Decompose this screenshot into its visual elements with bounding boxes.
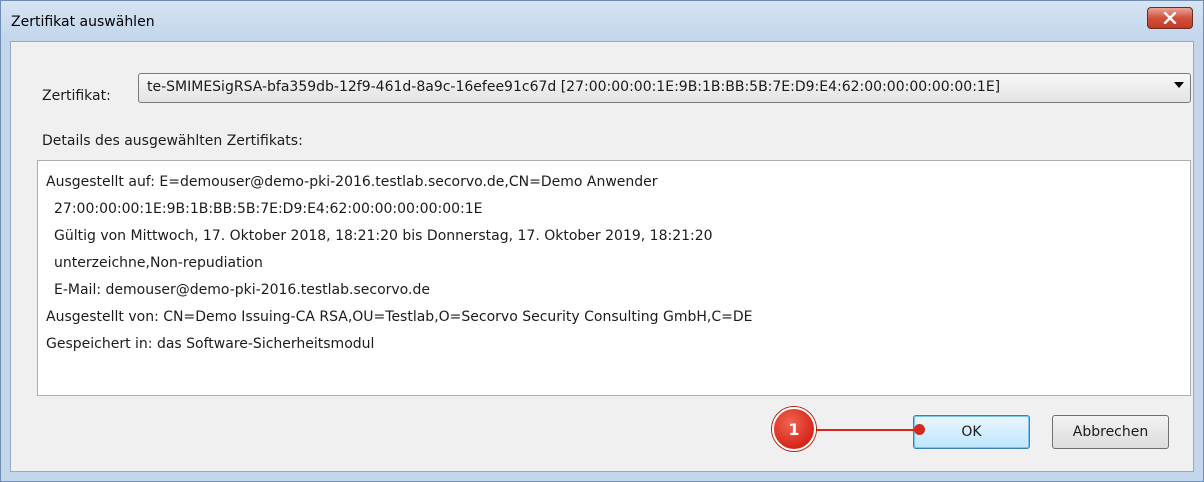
certificate-select[interactable]: te-SMIMESigRSA-bfa359db-12f9-461d-8a9c-1… [138, 73, 1191, 103]
close-icon [1163, 12, 1177, 24]
annotation-pointer-dot [914, 424, 925, 435]
details-line: Gespeichert in: das Software-Sicherheits… [46, 336, 375, 352]
details-line: unterzeichne,Non-repudiation [54, 255, 263, 271]
title-bar: Zertifikat auswählen [1, 1, 1203, 41]
details-line: E-Mail: demouser@demo-pki-2016.testlab.s… [54, 282, 430, 298]
ok-button[interactable]: OK [913, 415, 1030, 449]
close-button[interactable] [1147, 7, 1193, 29]
details-textbox[interactable]: Ausgestellt auf: E=demouser@demo-pki-201… [37, 160, 1191, 396]
details-label: Details des ausgewählten Zertifikats: [42, 133, 303, 149]
dialog-window: Zertifikat auswählen Zertifikat: te-SMIM… [0, 0, 1204, 482]
window-title: Zertifikat auswählen [11, 14, 155, 30]
cancel-button[interactable]: Abbrechen [1052, 415, 1169, 449]
details-line: Ausgestellt von: CN=Demo Issuing-CA RSA,… [46, 309, 753, 325]
details-line: Ausgestellt auf: E=demouser@demo-pki-201… [46, 174, 658, 190]
details-line: 27:00:00:00:1E:9B:1B:BB:5B:7E:D9:E4:62:0… [54, 201, 483, 217]
dialog-content: Zertifikat: te-SMIMESigRSA-bfa359db-12f9… [10, 41, 1194, 472]
annotation-step-badge: 1 [772, 407, 816, 451]
certificate-label: Zertifikat: [42, 88, 111, 104]
chevron-down-icon [1174, 82, 1184, 88]
certificate-select-value: te-SMIMESigRSA-bfa359db-12f9-461d-8a9c-1… [147, 79, 1001, 95]
details-line: Gültig von Mittwoch, 17. Oktober 2018, 1… [54, 228, 713, 244]
annotation-connector-line [812, 429, 918, 431]
